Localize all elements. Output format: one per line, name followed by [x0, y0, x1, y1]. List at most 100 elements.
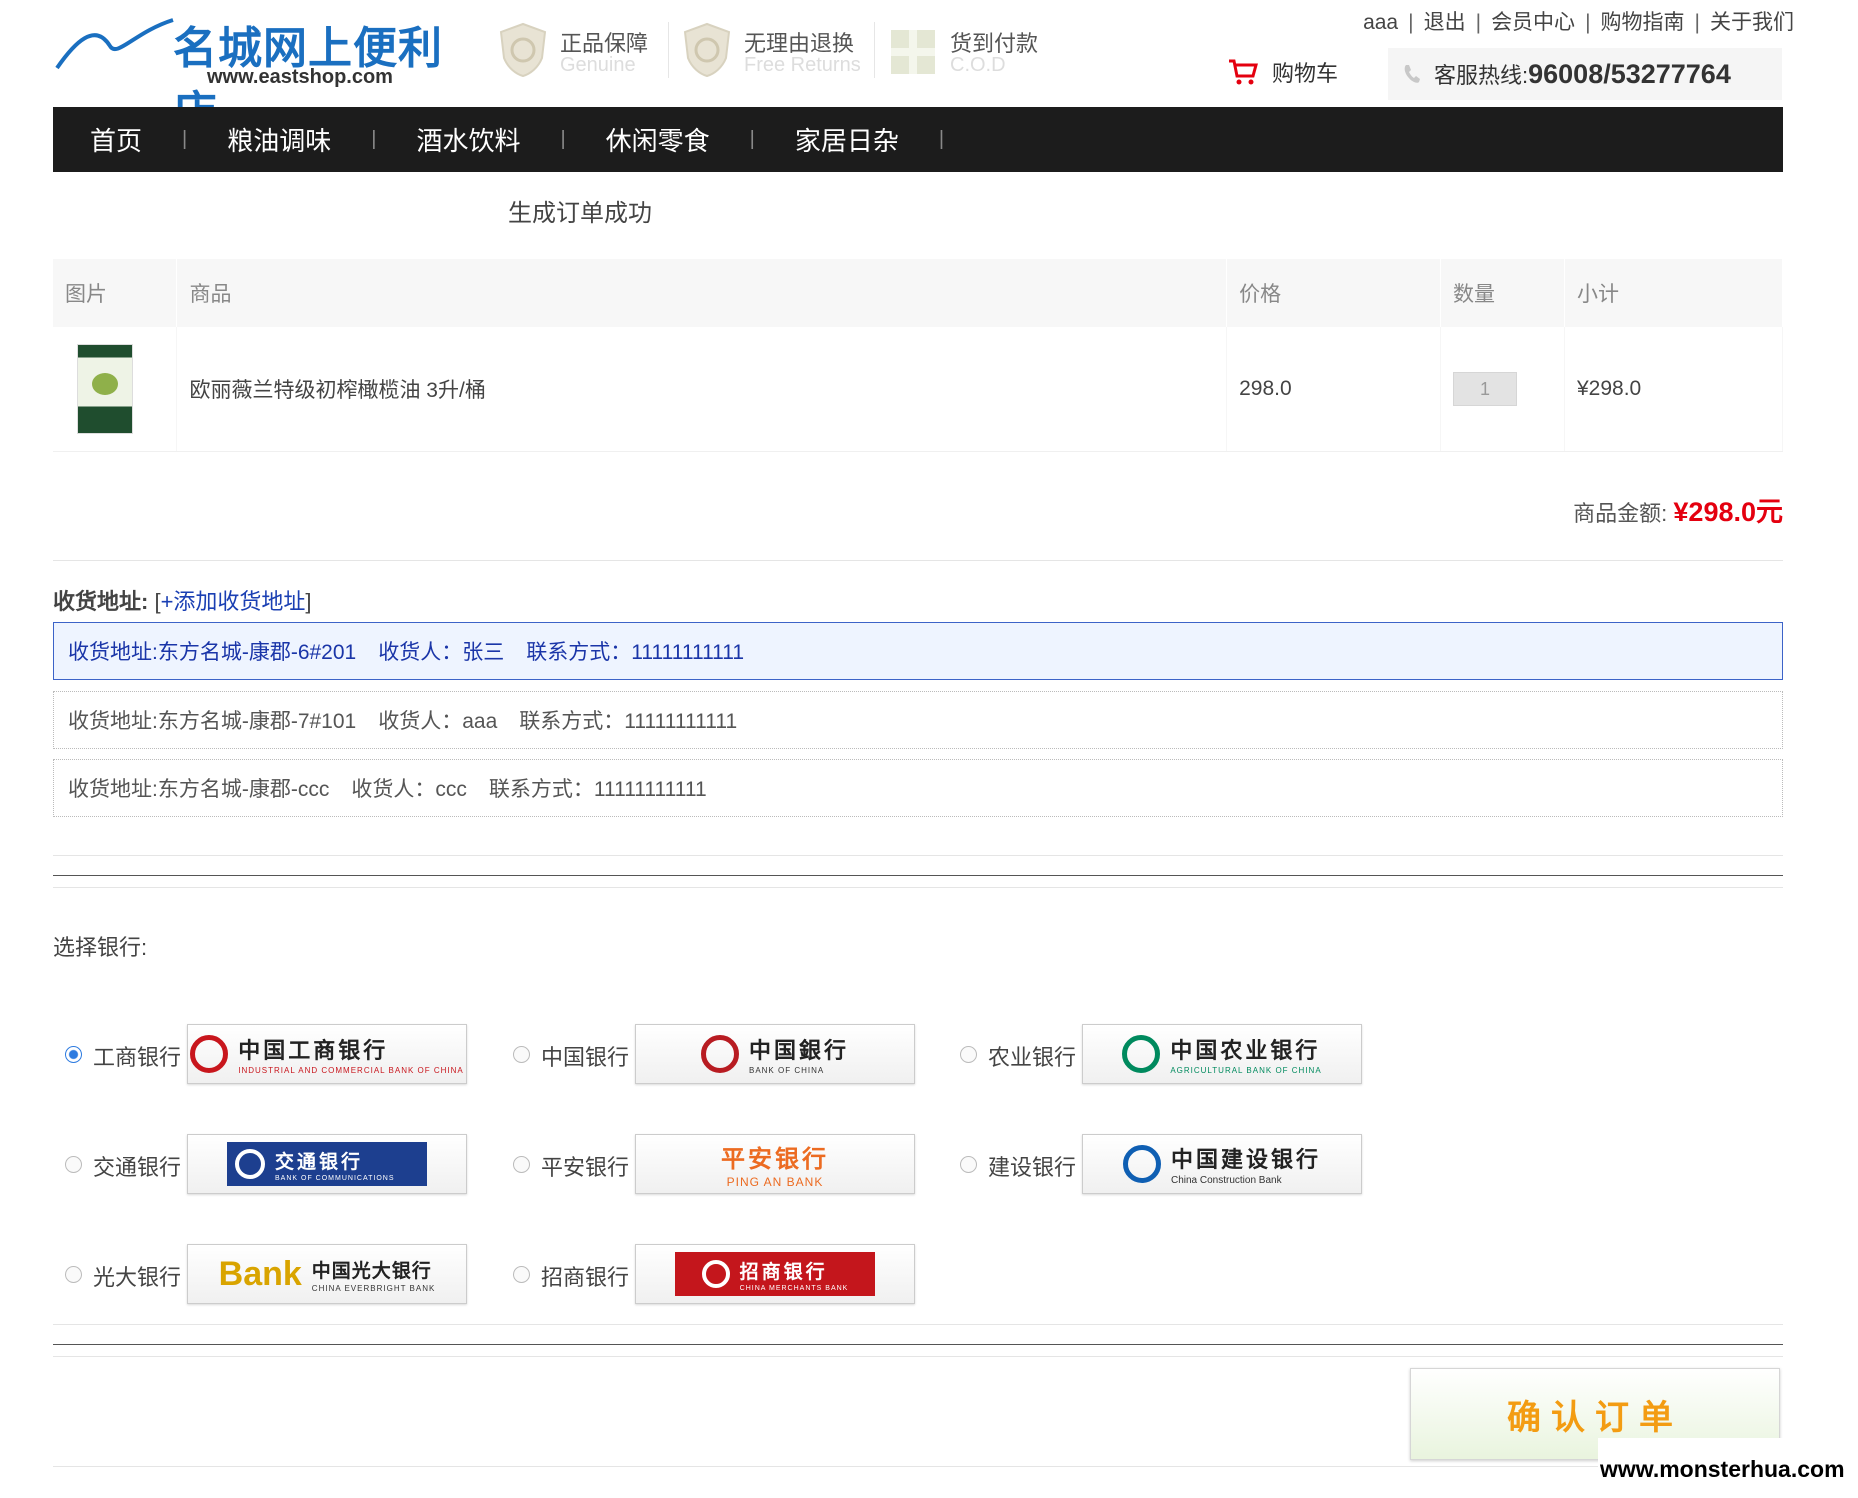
shield-return-icon: [683, 22, 731, 78]
badge-sub: Genuine: [560, 54, 636, 76]
quantity-field: 1: [1453, 371, 1518, 406]
total-amount: ¥298.0元: [1673, 497, 1783, 527]
bank-logo-ceb[interactable]: Bank 中国光大银行 CHINA EVERBRIGHT BANK: [187, 1244, 467, 1304]
product-price: 298.0: [1226, 327, 1442, 452]
product-name[interactable]: 欧丽薇兰特级初榨橄榄油 3升/桶: [176, 327, 1228, 452]
divider: [53, 1466, 1783, 1467]
divider: [53, 1356, 1783, 1357]
bank-logo-pingan[interactable]: 平安银行 PING AN BANK: [635, 1134, 915, 1194]
address-contact: 联系方式：11111111111: [526, 641, 745, 664]
logo-swoosh-icon: [55, 18, 174, 70]
address-option-3[interactable]: 收货地址:东方名城-康郡-ccc 收货人：ccc 联系方式：1111111111…: [53, 759, 1783, 817]
top-link-member[interactable]: 会员中心: [1491, 11, 1575, 34]
bank-name: 中国银行: [541, 1045, 630, 1070]
bank-logo-en: PING AN BANK: [726, 1175, 824, 1189]
badge-cod: 货到付款 C.O.D: [888, 20, 1048, 82]
bank-logo-en: China Construction Bank: [1170, 1175, 1282, 1186]
abc-logo-icon: [1122, 1035, 1161, 1073]
bank-logo-bocom[interactable]: 交通银行 BANK OF COMMUNICATIONS: [187, 1134, 467, 1194]
nav-item-snacks[interactable]: 休闲零食: [606, 121, 710, 158]
bank-radio[interactable]: [65, 1046, 82, 1063]
bank-logo-cn: 中国农业银行: [1170, 1038, 1321, 1064]
bank-logo-boc[interactable]: 中国銀行 BANK OF CHINA: [635, 1024, 915, 1084]
address-option-1[interactable]: 收货地址:东方名城-康郡-6#201 收货人：张三 联系方式：111111111…: [53, 622, 1783, 680]
cmb-logo-icon: [701, 1260, 730, 1288]
badge-sub: Free Returns: [744, 54, 861, 76]
col-header-subtotal: 小计: [1564, 259, 1783, 327]
bank-radio[interactable]: [65, 1156, 82, 1173]
bocom-logo-panel: 交通银行 BANK OF COMMUNICATIONS: [227, 1142, 427, 1186]
top-link-logout[interactable]: 退出: [1424, 11, 1466, 34]
table-row: 欧丽薇兰特级初榨橄榄油 3升/桶 298.0 1 ¥298.0: [53, 327, 1783, 452]
bank-radio[interactable]: [513, 1266, 530, 1283]
bank-radio[interactable]: [513, 1046, 530, 1063]
badge-sub: C.O.D: [950, 54, 1006, 76]
hotline-label: 客服热线:: [1434, 63, 1529, 88]
watermark: www.monsterhua.com: [1598, 1438, 1858, 1498]
cart-link[interactable]: 购物车: [1228, 56, 1338, 88]
nav-item-grain-oil[interactable]: 粮油调味: [227, 121, 331, 158]
col-header-product: 商品: [176, 259, 1228, 327]
address-label: 收货地址:: [53, 589, 149, 614]
logo-url: www.eastshop.com: [207, 66, 393, 88]
address-header: 收货地址: [+添加收货地址]: [53, 589, 312, 614]
address-contact: 联系方式：11111111111: [488, 778, 707, 801]
divider: [53, 1324, 1783, 1325]
bank-logo-en: BANK OF COMMUNICATIONS: [275, 1174, 395, 1182]
address-text: 收货地址:东方名城-康郡-ccc: [68, 778, 330, 801]
phone-icon: [1404, 65, 1420, 83]
site-logo[interactable]: 名城网上便利店 www.eastshop.com: [55, 12, 475, 138]
address-receiver: 收货人：ccc: [351, 778, 467, 801]
top-link-guide[interactable]: 购物指南: [1601, 11, 1685, 34]
cart-label: 购物车: [1272, 61, 1339, 86]
nav-item-drinks[interactable]: 酒水饮料: [416, 121, 520, 158]
bank-name: 光大银行: [93, 1265, 182, 1290]
order-total: 商品金额: ¥298.0元: [1573, 490, 1783, 529]
shield-genuine-icon: [499, 22, 547, 78]
bank-logo-cn: 中国銀行: [748, 1038, 849, 1064]
table-header-row: 图片 商品 价格 数量 小计: [53, 259, 1783, 327]
bank-logo-cmb[interactable]: 招商银行 CHINA MERCHANTS BANK: [635, 1244, 915, 1304]
ceb-logo-mark: Bank: [218, 1254, 302, 1293]
bank-logo-en: CHINA EVERBRIGHT BANK: [311, 1283, 436, 1293]
bank-logo-cn: 招商银行: [739, 1260, 828, 1283]
ccb-logo-icon: [1122, 1145, 1161, 1183]
nav-item-household[interactable]: 家居日杂: [795, 121, 899, 158]
bank-logo-cn: 中国建设银行: [1170, 1147, 1321, 1173]
order-success-message: 生成订单成功: [508, 200, 652, 227]
divider: [53, 560, 1783, 561]
bank-radio[interactable]: [960, 1046, 977, 1063]
badge-genuine: 正品保障 Genuine: [498, 20, 658, 82]
order-table: 图片 商品 价格 数量 小计 欧丽薇兰特级初榨橄榄油 3升/桶 298.0 1 …: [53, 259, 1783, 452]
bank-name: 农业银行: [988, 1045, 1077, 1070]
bank-radio[interactable]: [513, 1156, 530, 1173]
bank-logo-icbc[interactable]: 中国工商银行 INDUSTRIAL AND COMMERCIAL BANK OF …: [187, 1024, 467, 1084]
add-address-link[interactable]: +添加收货地址: [161, 589, 306, 614]
divider: [53, 887, 1783, 888]
bank-radio[interactable]: [65, 1266, 82, 1283]
bank-logo-ccb[interactable]: 中国建设银行 China Construction Bank: [1082, 1134, 1362, 1194]
main-nav: 首页 | 粮油调味 | 酒水饮料 | 休闲零食 | 家居日杂 |: [53, 107, 1783, 172]
nav-separator: |: [749, 128, 755, 150]
gift-cod-icon: [891, 30, 935, 74]
nav-separator: |: [182, 128, 188, 150]
divider: [53, 875, 1783, 876]
cart-icon: [1229, 59, 1258, 85]
col-header-qty: 数量: [1440, 259, 1565, 327]
cmb-logo-panel: 招商银行 CHINA MERCHANTS BANK: [675, 1252, 875, 1296]
address-option-2[interactable]: 收货地址:东方名城-康郡-7#101 收货人：aaa 联系方式：11111111…: [53, 691, 1783, 749]
bank-name: 招商银行: [541, 1265, 630, 1290]
col-header-price: 价格: [1226, 259, 1442, 327]
bank-logo-cn: 中国光大银行: [311, 1259, 432, 1282]
nav-item-home[interactable]: 首页: [90, 121, 142, 158]
boc-logo-icon: [700, 1035, 739, 1073]
divider: [53, 855, 1783, 856]
bank-logo-abc[interactable]: 中国农业银行 AGRICULTURAL BANK OF CHINA: [1082, 1024, 1362, 1084]
product-image[interactable]: [77, 343, 133, 434]
bank-logo-cn: 交通银行: [275, 1150, 364, 1173]
top-link-user[interactable]: aaa: [1363, 11, 1398, 34]
top-link-about[interactable]: 关于我们: [1710, 11, 1794, 34]
divider: [53, 1344, 1783, 1345]
bank-logo-en: INDUSTRIAL AND COMMERCIAL BANK OF CHINA: [238, 1066, 464, 1075]
bank-radio[interactable]: [960, 1156, 977, 1173]
